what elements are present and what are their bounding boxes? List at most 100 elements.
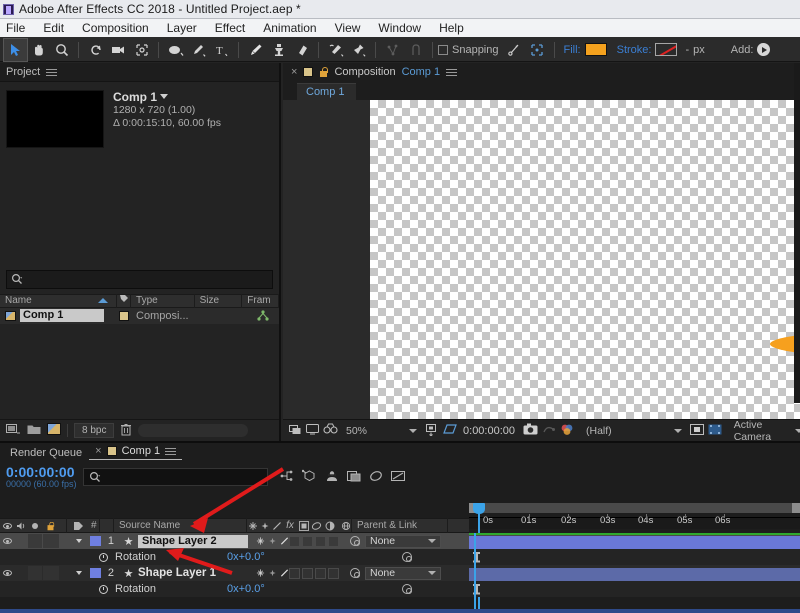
tab-render-queue[interactable]: Render Queue xyxy=(10,447,82,459)
project-search-field[interactable] xyxy=(6,269,273,289)
puppet-overlap-tool-icon[interactable] xyxy=(404,39,427,61)
snapping-checkbox[interactable] xyxy=(438,44,448,55)
composition-timecode[interactable]: 0:00:00:00 xyxy=(463,425,515,437)
graph-editor-icon[interactable] xyxy=(390,470,405,485)
menu-edit[interactable]: Edit xyxy=(34,19,73,38)
work-area-bar[interactable] xyxy=(469,503,800,513)
selection-tool[interactable] xyxy=(3,37,28,62)
layer-duration-bar-shape-layer-2[interactable] xyxy=(469,536,800,549)
camera-view-dropdown[interactable]: Active Camera xyxy=(734,419,800,443)
parent-dropdown[interactable]: None xyxy=(365,533,441,549)
pen-tool[interactable] xyxy=(187,39,210,61)
interpret-footage-icon[interactable] xyxy=(6,423,21,438)
color-depth-button[interactable]: 8 bpc xyxy=(74,423,115,438)
column-header-label[interactable] xyxy=(117,293,132,308)
property-value[interactable]: 0x+0.0° xyxy=(220,549,320,565)
layer-label-swatch[interactable] xyxy=(90,533,102,549)
3d-layer-switch[interactable] xyxy=(328,567,339,579)
layer-switches-right[interactable] xyxy=(289,565,345,581)
chevron-down-icon[interactable] xyxy=(160,94,169,99)
ellipse-shape-tool[interactable] xyxy=(164,39,187,61)
toggle-guides-icon[interactable] xyxy=(708,423,722,439)
timeline-current-time[interactable]: 0:00:00:00 00000 (60.00 fps) xyxy=(6,465,77,489)
main-view-icon[interactable] xyxy=(289,423,302,438)
clone-stamp-tool[interactable] xyxy=(267,39,290,61)
close-icon[interactable]: × xyxy=(291,66,297,78)
type-tool[interactable]: T xyxy=(210,39,233,61)
project-row-name-cell[interactable]: Comp 1 xyxy=(0,308,117,324)
roto-brush-tool[interactable] xyxy=(324,39,347,61)
region-of-interest-icon[interactable] xyxy=(425,423,439,439)
parent-pickwhip[interactable] xyxy=(345,565,365,581)
property-value[interactable]: 0x+0.0° xyxy=(220,581,320,597)
stroke-label[interactable]: Stroke: xyxy=(607,44,656,56)
lock-switch[interactable] xyxy=(43,534,59,548)
channel-icon[interactable] xyxy=(560,423,574,439)
tab-comp1[interactable]: × Comp 1 xyxy=(89,445,183,460)
puppet-pin-tool[interactable] xyxy=(347,39,370,61)
menu-help[interactable]: Help xyxy=(430,19,473,38)
eraser-tool[interactable] xyxy=(290,39,313,61)
zoom-tool[interactable] xyxy=(50,39,73,61)
comp-subtab[interactable]: Comp 1 xyxy=(297,83,356,100)
parent-pickwhip[interactable] xyxy=(345,533,365,549)
camera-tool[interactable] xyxy=(107,39,130,61)
menu-layer[interactable]: Layer xyxy=(158,19,206,38)
new-folder-icon[interactable] xyxy=(27,423,41,438)
property-pickwhip[interactable] xyxy=(397,549,417,565)
layer-name[interactable]: Shape Layer 1 xyxy=(138,567,216,579)
chevron-down-icon[interactable] xyxy=(76,571,82,575)
fill-color-swatch[interactable] xyxy=(584,43,607,56)
composition-mini-flowchart-icon[interactable] xyxy=(280,470,294,485)
column-header-name[interactable]: Name xyxy=(0,293,118,308)
menu-window[interactable]: Window xyxy=(369,19,430,38)
project-row-comp1[interactable]: Comp 1 Composi... xyxy=(0,307,279,324)
resolution-dropdown[interactable]: (Half) xyxy=(586,425,682,437)
show-snapshot-icon[interactable] xyxy=(542,423,556,438)
layer-label-swatch[interactable] xyxy=(90,565,102,581)
layer-expand-and-label[interactable] xyxy=(68,565,90,581)
3d-layer-switch[interactable] xyxy=(328,535,339,547)
column-header-size[interactable]: Size xyxy=(195,293,243,308)
stroke-width-value[interactable]: - xyxy=(677,44,693,56)
frame-blend-switch[interactable] xyxy=(302,535,313,547)
layer-switches-left[interactable] xyxy=(253,533,289,549)
snap-bounds-icon[interactable] xyxy=(526,39,549,61)
binoculars-icon[interactable] xyxy=(323,423,338,438)
monitor-icon[interactable] xyxy=(306,423,319,438)
new-composition-icon[interactable] xyxy=(47,423,61,438)
solo-switch[interactable] xyxy=(28,566,42,580)
panel-menu-icon[interactable] xyxy=(165,446,177,457)
layer-name-cell[interactable]: Shape Layer 2 xyxy=(138,533,253,549)
composition-viewport[interactable] xyxy=(283,100,800,419)
menu-animation[interactable]: Animation xyxy=(254,19,325,38)
add-shape-property-button[interactable] xyxy=(757,43,771,56)
brush-tool[interactable] xyxy=(244,39,267,61)
motion-blur-switch[interactable] xyxy=(315,567,326,579)
composition-scrollbar[interactable] xyxy=(794,63,800,403)
snap-anchor-icon[interactable] xyxy=(503,39,526,61)
layer-name[interactable]: Shape Layer 2 xyxy=(138,534,248,548)
solo-switch[interactable] xyxy=(28,534,42,548)
timeline-ruler[interactable]: 0s 01s 02s 03s 04s 05s 06s xyxy=(469,503,800,613)
close-icon[interactable]: × xyxy=(95,445,101,457)
motion-blur-switch[interactable] xyxy=(315,535,326,547)
work-area-end-handle[interactable] xyxy=(792,503,800,513)
frame-blending-icon[interactable] xyxy=(346,470,361,485)
panel-menu-icon[interactable] xyxy=(46,67,58,78)
column-header-type[interactable]: Type xyxy=(131,293,195,308)
transparency-grid-icon[interactable] xyxy=(443,423,457,439)
zoom-level-dropdown[interactable]: 50% xyxy=(346,425,418,437)
timeline-track-area[interactable] xyxy=(469,533,800,613)
lock-switch[interactable] xyxy=(43,566,59,580)
frame-blend-switch[interactable] xyxy=(302,567,313,579)
menu-composition[interactable]: Composition xyxy=(73,19,158,38)
layer-expand-and-label[interactable] xyxy=(68,533,90,549)
hide-shy-layers-icon[interactable] xyxy=(325,470,339,485)
audio-switch[interactable] xyxy=(14,565,28,581)
layer-switches-right[interactable] xyxy=(289,533,345,549)
rotation-tool[interactable] xyxy=(84,39,107,61)
mask-feather-tool-icon[interactable] xyxy=(381,39,404,61)
composition-active-name[interactable]: Comp 1 xyxy=(402,66,441,78)
video-switch[interactable] xyxy=(0,565,14,581)
